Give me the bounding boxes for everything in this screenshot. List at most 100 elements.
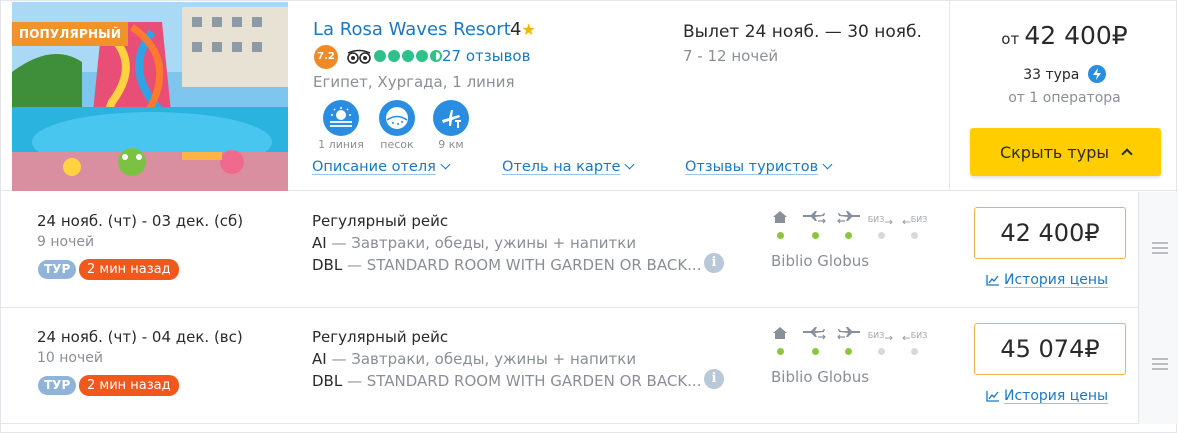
info-icon[interactable]: i [704, 369, 724, 389]
service-status-dot [811, 232, 819, 239]
chart-line-icon [986, 391, 999, 402]
price-history-label: История цены [1004, 388, 1109, 404]
service-flight-back [834, 208, 862, 242]
tour-dates: 24 нояб. (чт) - 04 дек. (вс) [37, 328, 243, 346]
hotel-icon [766, 208, 794, 224]
service-status-dot [811, 348, 819, 355]
room-description: — STANDARD ROOM WITH GARDEN OR BACK... [342, 256, 702, 274]
business-there-icon: БИЗ [867, 324, 895, 340]
info-icon[interactable]: i [704, 253, 724, 273]
business-back-icon: БИЗ [900, 324, 928, 340]
service-flight-back [834, 324, 862, 358]
service-status-dot [910, 348, 918, 355]
service-business-back: БИЗ [900, 324, 928, 358]
hotel-map-link[interactable]: Отель на карте [502, 159, 635, 175]
popular-badge: ПОПУЛЯРНЫЙ [12, 22, 129, 46]
meal-description: — Завтраки, обеды, ужины + напитки [326, 350, 637, 368]
tour-row: 24 нояб. (чт) - 04 дек. (вс) 10 ночей ТУ… [1, 308, 1178, 424]
feature-beach-line: 1 линия [311, 100, 371, 151]
menu-icon [1152, 242, 1168, 257]
room-type: DBL — STANDARD ROOM WITH GARDEN OR BACK.… [312, 372, 701, 390]
service-status-dot [844, 348, 852, 355]
tripadvisor-icon [347, 49, 371, 64]
hotel-description-label: Описание отеля [312, 159, 436, 175]
tours-count-label: 33 тура [1023, 67, 1080, 83]
tour-row: 24 нояб. (чт) - 03 дек. (сб) 9 ночей ТУР… [1, 192, 1178, 308]
tour-type-badge: ТУР [38, 376, 77, 395]
menu-icon [1152, 358, 1168, 373]
currency-symbol: ₽ [1084, 335, 1100, 363]
hide-tours-button[interactable]: Скрыть туры [970, 128, 1161, 176]
feature-label: песок [380, 138, 414, 151]
flight-type: Регулярный рейс [312, 328, 449, 346]
nights-range: 7 - 12 ночей [683, 47, 779, 65]
feature-label: 1 линия [318, 138, 364, 151]
hotel-map-label: Отель на карте [502, 159, 621, 175]
departure-dates: Вылет 24 нояб. — 30 нояб. [683, 22, 922, 42]
tour-nights: 9 ночей [37, 234, 95, 250]
meal-plan: AI — Завтраки, обеды, ужины + напитки [312, 350, 636, 368]
reviews-link[interactable]: 27 отзывов [442, 47, 530, 65]
row-menu[interactable] [1138, 192, 1178, 308]
price-history-link[interactable]: История цены [986, 272, 1108, 288]
room-description: — STANDARD ROOM WITH GARDEN OR BACK... [342, 372, 702, 390]
chevron-down-icon [624, 159, 635, 170]
hotel-location: Египет, Хургада, 1 линия [313, 73, 515, 91]
chart-line-icon [986, 275, 999, 286]
tour-price-button[interactable]: 45 074 ₽ [974, 323, 1126, 375]
feature-sand: песок [367, 100, 427, 151]
price-history-label: История цены [1004, 272, 1109, 288]
service-business-there: БИЗ [867, 324, 895, 358]
tourist-reviews-link[interactable]: Отзывы туристов [685, 159, 833, 175]
price-prefix: от [1001, 30, 1020, 48]
service-business-there: БИЗ [867, 208, 895, 242]
hotel-card: ПОПУЛЯРНЫЙ La Rosa Waves Resort 4★ 7.2 2… [0, 0, 1178, 433]
service-flight-there [801, 208, 829, 242]
tour-price: 45 074 [1000, 335, 1085, 363]
sand-icon [379, 100, 415, 136]
tour-price: 42 400 [1000, 219, 1085, 247]
service-status-dot [776, 348, 784, 355]
tour-dates: 24 нояб. (чт) - 03 дек. (сб) [37, 212, 244, 230]
tour-type-badge: ТУР [38, 260, 77, 279]
tours-count: 33 тура [950, 65, 1179, 83]
price-history-link[interactable]: История цены [986, 388, 1108, 404]
tripadvisor-rating-dots [374, 50, 442, 62]
room-code: DBL [312, 256, 343, 274]
operators-count: от 1 оператора [1008, 90, 1121, 106]
hotel-name-link[interactable]: La Rosa Waves Resort [313, 19, 511, 40]
chevron-down-icon [440, 159, 451, 170]
hotel-photo[interactable]: ПОПУЛЯРНЫЙ [12, 2, 288, 191]
airport-distance-icon [433, 100, 469, 136]
currency-symbol: ₽ [1111, 21, 1128, 50]
service-status-dot [910, 232, 918, 239]
rating-dot [430, 50, 442, 62]
tour-nights: 10 ночей [37, 350, 103, 366]
service-hotel [766, 324, 794, 358]
hotel-icon [766, 324, 794, 340]
feature-label: 9 км [438, 138, 464, 151]
price-column: от 42 400₽ 33 тура от 1 оператора Скрыть… [949, 1, 1178, 191]
chevron-up-icon [1121, 148, 1133, 160]
meal-plan: AI — Завтраки, обеды, ужины + напитки [312, 234, 636, 252]
service-hotel [766, 208, 794, 242]
row-menu[interactable] [1138, 308, 1178, 424]
price-value: 42 400 [1024, 21, 1112, 50]
business-there-icon: БИЗ [867, 208, 895, 224]
tour-price-button[interactable]: 42 400 ₽ [974, 207, 1126, 259]
page-scrollbar[interactable] [1186, 0, 1200, 433]
star-icon: ★ [521, 20, 536, 39]
hotel-description-link[interactable]: Описание отеля [312, 159, 451, 175]
feature-airport-distance: 9 км [421, 100, 481, 151]
hotel-stars: 4★ [510, 19, 536, 40]
updated-badge: 2 мин назад [79, 259, 179, 280]
business-class-label: БИЗ [910, 215, 928, 224]
currency-symbol: ₽ [1084, 219, 1100, 247]
updated-badge: 2 мин назад [79, 375, 179, 396]
hide-tours-label: Скрыть туры [999, 142, 1110, 162]
flight-back-icon [834, 208, 862, 224]
tour-operator: Biblio Globus [771, 368, 870, 386]
flight-there-icon [801, 208, 829, 224]
rating-dot [388, 50, 400, 62]
tourist-reviews-label: Отзывы туристов [685, 159, 819, 175]
